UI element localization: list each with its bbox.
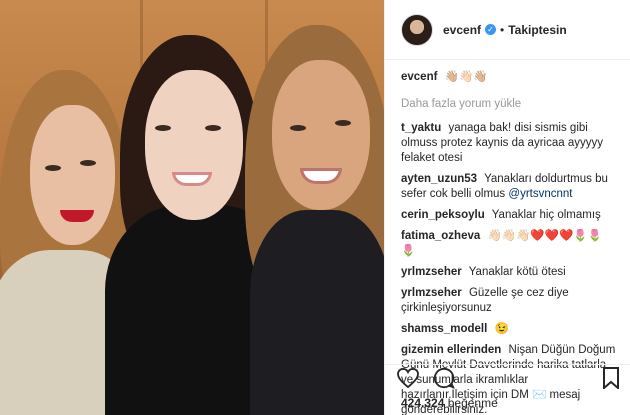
comment-mention-link[interactable]: @yrtsvncnnt [508, 188, 572, 200]
comment-text: Yanaklar kötü ötesi [468, 266, 566, 278]
comment-username[interactable]: cerin_peksoylu [401, 209, 485, 221]
heart-icon[interactable] [397, 367, 419, 393]
likes-count[interactable]: 424.324 beğenme [401, 396, 498, 410]
comment-item: ayten_uzun53 Yanakları doldurtmus bu sef… [401, 172, 616, 202]
comment-username[interactable]: gizemin ellerinden [401, 344, 501, 356]
comment-icon[interactable] [433, 367, 455, 394]
follow-status-button[interactable]: Takiptesin [508, 23, 566, 37]
action-bar [385, 364, 630, 396]
post-side-panel: evcenf ✓ • Takiptesin evcenf 👋🏼👋🏻👋🏼 Daha… [384, 0, 630, 415]
comment-item: shamss_modell 😉 [401, 322, 616, 337]
likes-number: 424.324 [401, 396, 445, 410]
comment-text: Yanaklar hiç olmamış [491, 209, 601, 221]
comment-username[interactable]: t_yaktu [401, 122, 441, 134]
comments-list: evcenf 👋🏼👋🏻👋🏼 Daha fazla yorum yükle t_y… [385, 60, 630, 415]
bookmark-icon[interactable] [603, 367, 619, 394]
load-more-comments-link[interactable]: Daha fazla yorum yükle [401, 97, 616, 112]
verified-badge-icon: ✓ [485, 24, 497, 35]
comment-username[interactable]: yrlmzseher [401, 287, 462, 299]
caption: evcenf 👋🏼👋🏻👋🏼 [401, 70, 616, 85]
comment-username[interactable]: ayten_uzun53 [401, 173, 477, 185]
comment-username[interactable]: yrlmzseher [401, 266, 462, 278]
comment-username[interactable]: fatima_ozheva [401, 230, 480, 242]
comment-username[interactable]: shamss_modell [401, 323, 487, 335]
comment-item: fatima_ozheva 👋🏻👋🏻👋🏻❤️❤️❤️🌷🌷🌷 [401, 229, 616, 259]
comment-item: cerin_peksoylu Yanaklar hiç olmamış [401, 208, 616, 223]
separator-dot: • [500, 22, 505, 37]
header-username[interactable]: evcenf [443, 23, 481, 37]
post-photo[interactable] [0, 0, 384, 415]
comment-item: yrlmzseher Yanaklar kötü ötesi [401, 265, 616, 280]
post-header: evcenf ✓ • Takiptesin [385, 0, 630, 60]
comment-item: yrlmzseher Güzelle şe cez diye çirkinleş… [401, 286, 616, 316]
avatar[interactable] [401, 13, 433, 46]
comment-item: t_yaktu yanaga bak! disi sismis gibi olm… [401, 121, 616, 166]
likes-label: beğenme [447, 396, 498, 410]
caption-username[interactable]: evcenf [401, 71, 437, 83]
comment-text: 😉 [494, 323, 509, 335]
caption-text: 👋🏼👋🏻👋🏼 [444, 71, 488, 83]
